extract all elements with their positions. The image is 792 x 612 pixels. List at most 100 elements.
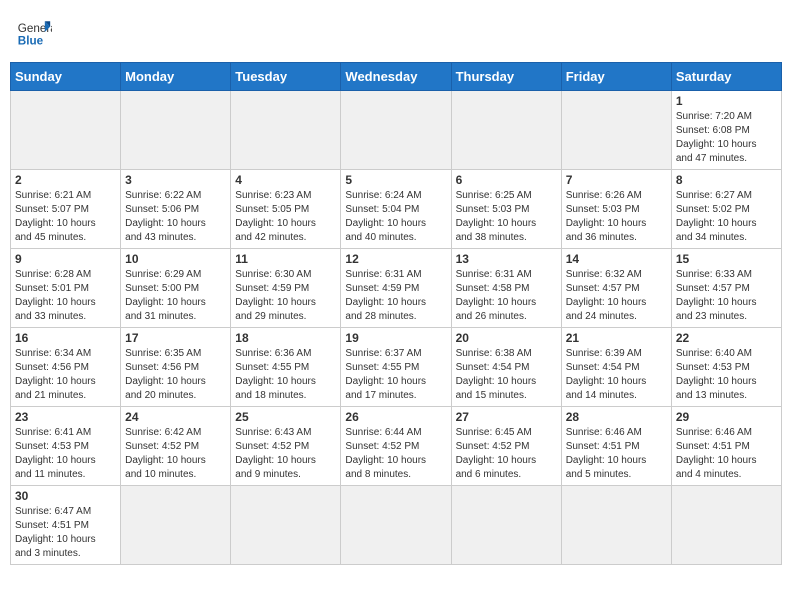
day-number: 29 [676, 410, 777, 424]
calendar-cell [561, 486, 671, 565]
weekday-header-thursday: Thursday [451, 63, 561, 91]
weekday-header-row: SundayMondayTuesdayWednesdayThursdayFrid… [11, 63, 782, 91]
calendar-week-5: 30Sunrise: 6:47 AM Sunset: 4:51 PM Dayli… [11, 486, 782, 565]
day-info: Sunrise: 6:46 AM Sunset: 4:51 PM Dayligh… [566, 426, 667, 482]
calendar-cell: 15 Sunrise: 6:33 AM Sunset: 4:57 PM Dayli… [671, 249, 781, 328]
day-number: 20 [456, 331, 557, 345]
day-number: 25 [235, 410, 336, 424]
calendar-cell: 3Sunrise: 6:22 AM Sunset: 5:06 PM Daylig… [121, 170, 231, 249]
calendar-cell: 21 Sunrise: 6:39 AM Sunset: 4:54 PM Dayli… [561, 328, 671, 407]
calendar-cell: 30Sunrise: 6:47 AM Sunset: 4:51 PM Dayli… [11, 486, 121, 565]
calendar-cell [121, 486, 231, 565]
day-number: 19 [345, 331, 446, 345]
calendar-body: 1 Sunrise: 7:20 AM Sunset: 6:08 PM Daylig… [11, 91, 782, 565]
day-info: Sunrise: 6:35 AM Sunset: 4:56 PM Dayligh… [125, 347, 226, 403]
logo: General Blue [16, 14, 52, 50]
day-number: 3 [125, 173, 226, 187]
day-number: 2 [15, 173, 116, 187]
day-info: Sunrise: 6:24 AM Sunset: 5:04 PM Dayligh… [345, 189, 446, 245]
day-number: 24 [125, 410, 226, 424]
weekday-header-friday: Friday [561, 63, 671, 91]
day-number: 4 [235, 173, 336, 187]
day-number: 21 [566, 331, 667, 345]
calendar-cell: 18 Sunrise: 6:36 AM Sunset: 4:55 PM Dayli… [231, 328, 341, 407]
day-number: 10 [125, 252, 226, 266]
calendar-cell: 2 Sunrise: 6:21 AM Sunset: 5:07 PM Daylig… [11, 170, 121, 249]
calendar-cell: 9Sunrise: 6:28 AM Sunset: 5:01 PM Daylig… [11, 249, 121, 328]
calendar-cell: 16Sunrise: 6:34 AM Sunset: 4:56 PM Dayli… [11, 328, 121, 407]
day-info: Sunrise: 7:20 AM Sunset: 6:08 PM Dayligh… [676, 110, 777, 166]
calendar-cell: 28 Sunrise: 6:46 AM Sunset: 4:51 PM Dayli… [561, 407, 671, 486]
day-info: Sunrise: 6:33 AM Sunset: 4:57 PM Dayligh… [676, 268, 777, 324]
day-number: 18 [235, 331, 336, 345]
calendar-cell: 7 Sunrise: 6:26 AM Sunset: 5:03 PM Daylig… [561, 170, 671, 249]
calendar-cell: 20Sunrise: 6:38 AM Sunset: 4:54 PM Dayli… [451, 328, 561, 407]
day-number: 8 [676, 173, 777, 187]
day-info: Sunrise: 6:39 AM Sunset: 4:54 PM Dayligh… [566, 347, 667, 403]
day-number: 11 [235, 252, 336, 266]
calendar-cell [231, 486, 341, 565]
weekday-header-saturday: Saturday [671, 63, 781, 91]
calendar-cell [121, 91, 231, 170]
day-info: Sunrise: 6:41 AM Sunset: 4:53 PM Dayligh… [15, 426, 116, 482]
day-info: Sunrise: 6:44 AM Sunset: 4:52 PM Dayligh… [345, 426, 446, 482]
day-number: 26 [345, 410, 446, 424]
day-info: Sunrise: 6:26 AM Sunset: 5:03 PM Dayligh… [566, 189, 667, 245]
calendar-week-1: 2 Sunrise: 6:21 AM Sunset: 5:07 PM Daylig… [11, 170, 782, 249]
calendar-cell [561, 91, 671, 170]
day-info: Sunrise: 6:32 AM Sunset: 4:57 PM Dayligh… [566, 268, 667, 324]
calendar-week-4: 23 Sunrise: 6:41 AM Sunset: 4:53 PM Dayli… [11, 407, 782, 486]
day-info: Sunrise: 6:36 AM Sunset: 4:55 PM Dayligh… [235, 347, 336, 403]
calendar-week-0: 1 Sunrise: 7:20 AM Sunset: 6:08 PM Daylig… [11, 91, 782, 170]
calendar-cell: 5 Sunrise: 6:24 AM Sunset: 5:04 PM Daylig… [341, 170, 451, 249]
calendar-cell: 1 Sunrise: 7:20 AM Sunset: 6:08 PM Daylig… [671, 91, 781, 170]
day-number: 27 [456, 410, 557, 424]
day-number: 9 [15, 252, 116, 266]
day-info: Sunrise: 6:23 AM Sunset: 5:05 PM Dayligh… [235, 189, 336, 245]
calendar-cell: 6Sunrise: 6:25 AM Sunset: 5:03 PM Daylig… [451, 170, 561, 249]
calendar-cell [231, 91, 341, 170]
weekday-header-sunday: Sunday [11, 63, 121, 91]
day-info: Sunrise: 6:37 AM Sunset: 4:55 PM Dayligh… [345, 347, 446, 403]
calendar-cell: 11 Sunrise: 6:30 AM Sunset: 4:59 PM Dayli… [231, 249, 341, 328]
calendar-cell: 22 Sunrise: 6:40 AM Sunset: 4:53 PM Dayli… [671, 328, 781, 407]
calendar-cell: 24 Sunrise: 6:42 AM Sunset: 4:52 PM Dayli… [121, 407, 231, 486]
day-number: 15 [676, 252, 777, 266]
calendar-cell [451, 486, 561, 565]
calendar-cell: 29Sunrise: 6:46 AM Sunset: 4:51 PM Dayli… [671, 407, 781, 486]
weekday-header-wednesday: Wednesday [341, 63, 451, 91]
weekday-header-tuesday: Tuesday [231, 63, 341, 91]
day-info: Sunrise: 6:47 AM Sunset: 4:51 PM Dayligh… [15, 505, 116, 561]
day-number: 6 [456, 173, 557, 187]
day-number: 1 [676, 94, 777, 108]
day-number: 12 [345, 252, 446, 266]
day-info: Sunrise: 6:21 AM Sunset: 5:07 PM Dayligh… [15, 189, 116, 245]
day-info: Sunrise: 6:30 AM Sunset: 4:59 PM Dayligh… [235, 268, 336, 324]
calendar-cell [11, 91, 121, 170]
calendar-cell: 19 Sunrise: 6:37 AM Sunset: 4:55 PM Dayli… [341, 328, 451, 407]
day-info: Sunrise: 6:31 AM Sunset: 4:59 PM Dayligh… [345, 268, 446, 324]
day-number: 7 [566, 173, 667, 187]
calendar-cell: 27 Sunrise: 6:45 AM Sunset: 4:52 PM Dayli… [451, 407, 561, 486]
day-number: 17 [125, 331, 226, 345]
day-info: Sunrise: 6:27 AM Sunset: 5:02 PM Dayligh… [676, 189, 777, 245]
day-number: 23 [15, 410, 116, 424]
day-info: Sunrise: 6:43 AM Sunset: 4:52 PM Dayligh… [235, 426, 336, 482]
calendar-cell: 10 Sunrise: 6:29 AM Sunset: 5:00 PM Dayli… [121, 249, 231, 328]
calendar-cell [451, 91, 561, 170]
day-number: 28 [566, 410, 667, 424]
day-info: Sunrise: 6:31 AM Sunset: 4:58 PM Dayligh… [456, 268, 557, 324]
day-number: 22 [676, 331, 777, 345]
day-info: Sunrise: 6:29 AM Sunset: 5:00 PM Dayligh… [125, 268, 226, 324]
calendar-cell: 12 Sunrise: 6:31 AM Sunset: 4:59 PM Dayli… [341, 249, 451, 328]
calendar-cell: 23 Sunrise: 6:41 AM Sunset: 4:53 PM Dayli… [11, 407, 121, 486]
day-info: Sunrise: 6:42 AM Sunset: 4:52 PM Dayligh… [125, 426, 226, 482]
calendar-cell: 26 Sunrise: 6:44 AM Sunset: 4:52 PM Dayli… [341, 407, 451, 486]
day-number: 5 [345, 173, 446, 187]
calendar-cell: 17 Sunrise: 6:35 AM Sunset: 4:56 PM Dayli… [121, 328, 231, 407]
day-info: Sunrise: 6:45 AM Sunset: 4:52 PM Dayligh… [456, 426, 557, 482]
day-number: 14 [566, 252, 667, 266]
day-info: Sunrise: 6:40 AM Sunset: 4:53 PM Dayligh… [676, 347, 777, 403]
weekday-header-monday: Monday [121, 63, 231, 91]
calendar-cell: 8 Sunrise: 6:27 AM Sunset: 5:02 PM Daylig… [671, 170, 781, 249]
